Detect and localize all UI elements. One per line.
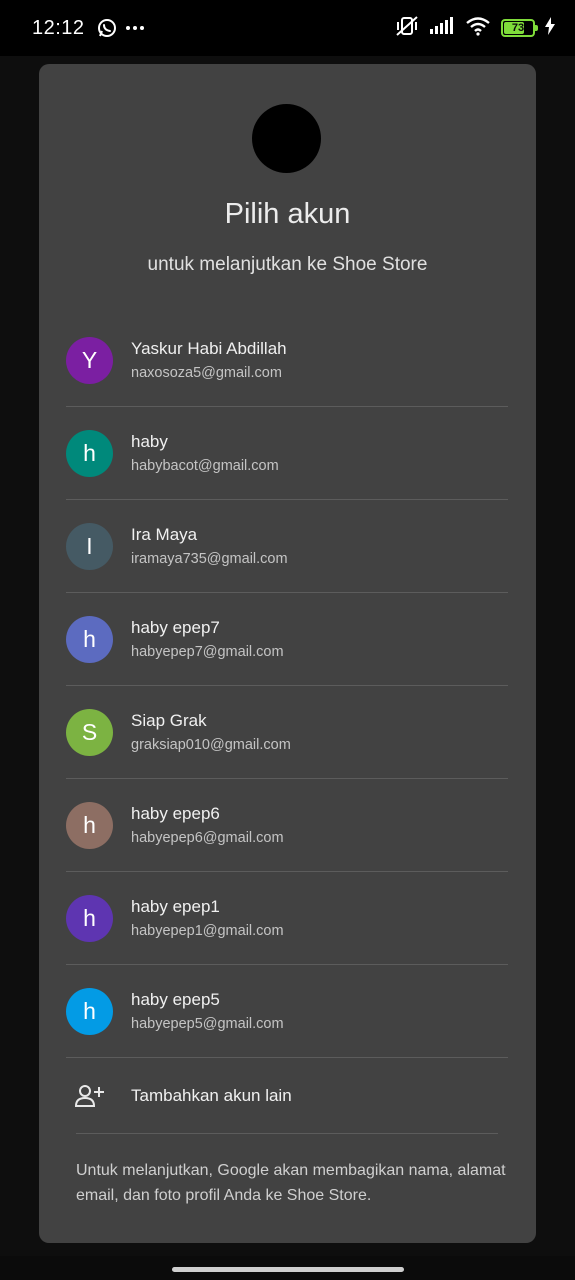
account-item[interactable]: h haby habybacot@gmail.com — [66, 407, 508, 500]
account-name: Ira Maya — [131, 525, 198, 544]
add-account-label: Tambahkan akun lain — [131, 1086, 292, 1105]
status-time: 12:12 — [32, 16, 85, 39]
account-text: Ira Maya iramaya735@gmail.com — [131, 525, 288, 567]
avatar: h — [66, 429, 113, 477]
add-person-icon — [66, 1084, 113, 1108]
account-text: haby epep7 habyepep7@gmail.com — [131, 618, 284, 660]
account-email: naxosoza5@gmail.com — [131, 365, 282, 381]
dialog-title: Pilih akun — [224, 198, 351, 230]
account-text: haby epep1 habyepep1@gmail.com — [131, 897, 284, 939]
app-logo — [252, 104, 321, 173]
account-item[interactable]: Y Yaskur Habi Abdillah naxosoza5@gmail.c… — [66, 314, 508, 407]
signal-icon — [429, 16, 455, 40]
add-account-button[interactable]: Tambahkan akun lain — [66, 1060, 508, 1132]
account-email: habyepep6@gmail.com — [131, 830, 284, 846]
account-list: Y Yaskur Habi Abdillah naxosoza5@gmail.c… — [66, 314, 508, 1058]
account-name: haby epep5 — [131, 990, 220, 1009]
account-name: haby — [131, 432, 168, 451]
account-name: haby epep1 — [131, 897, 220, 916]
vibrate-off-icon — [395, 15, 419, 42]
account-item[interactable]: h haby epep7 habyepep7@gmail.com — [66, 593, 508, 686]
privacy-notice: Untuk melanjutkan, Google akan membagika… — [76, 1162, 506, 1204]
account-email: habyepep5@gmail.com — [131, 1016, 284, 1032]
more-dots-icon — [125, 25, 145, 31]
battery-level: 73 — [511, 22, 525, 34]
dialog-subtitle: untuk melanjutkan ke Shoe Store — [147, 254, 428, 275]
account-item[interactable]: h haby epep5 habyepep5@gmail.com — [66, 965, 508, 1058]
account-name: Yaskur Habi Abdillah — [131, 339, 287, 358]
status-bar: 12:12 73 — [0, 0, 575, 56]
account-text: Yaskur Habi Abdillah naxosoza5@gmail.com — [131, 339, 287, 381]
account-email: habybacot@gmail.com — [131, 458, 279, 474]
account-text: haby epep5 habyepep5@gmail.com — [131, 990, 284, 1032]
charging-bolt-icon — [545, 16, 555, 40]
avatar: h — [66, 615, 113, 663]
account-text: Siap Grak graksiap010@gmail.com — [131, 711, 291, 753]
whatsapp-icon — [97, 18, 117, 38]
account-name: haby epep7 — [131, 618, 220, 637]
account-text: haby habybacot@gmail.com — [131, 432, 279, 474]
avatar: S — [66, 708, 113, 756]
account-email: habyepep1@gmail.com — [131, 923, 284, 939]
avatar: I — [66, 522, 113, 570]
account-email: iramaya735@gmail.com — [131, 551, 288, 567]
avatar: Y — [66, 336, 113, 384]
notification-icons — [97, 18, 145, 38]
account-chooser-dialog: Pilih akun untuk melanjutkan ke Shoe Sto… — [39, 64, 536, 1243]
account-email: graksiap010@gmail.com — [131, 737, 291, 753]
account-text: haby epep6 habyepep6@gmail.com — [131, 804, 284, 846]
account-name: Siap Grak — [131, 711, 207, 730]
gesture-nav-bar[interactable] — [172, 1267, 404, 1272]
account-item[interactable]: h haby epep1 habyepep1@gmail.com — [66, 872, 508, 965]
account-item[interactable]: h haby epep6 habyepep6@gmail.com — [66, 779, 508, 872]
avatar: h — [66, 894, 113, 942]
system-icons: 73 — [395, 15, 555, 42]
avatar: h — [66, 801, 113, 849]
avatar: h — [66, 987, 113, 1035]
account-item[interactable]: S Siap Grak graksiap010@gmail.com — [66, 686, 508, 779]
account-item[interactable]: I Ira Maya iramaya735@gmail.com — [66, 500, 508, 593]
divider — [76, 1133, 498, 1134]
battery-icon: 73 — [501, 19, 538, 37]
account-name: haby epep6 — [131, 804, 220, 823]
wifi-icon — [465, 16, 491, 41]
account-email: habyepep7@gmail.com — [131, 644, 284, 660]
